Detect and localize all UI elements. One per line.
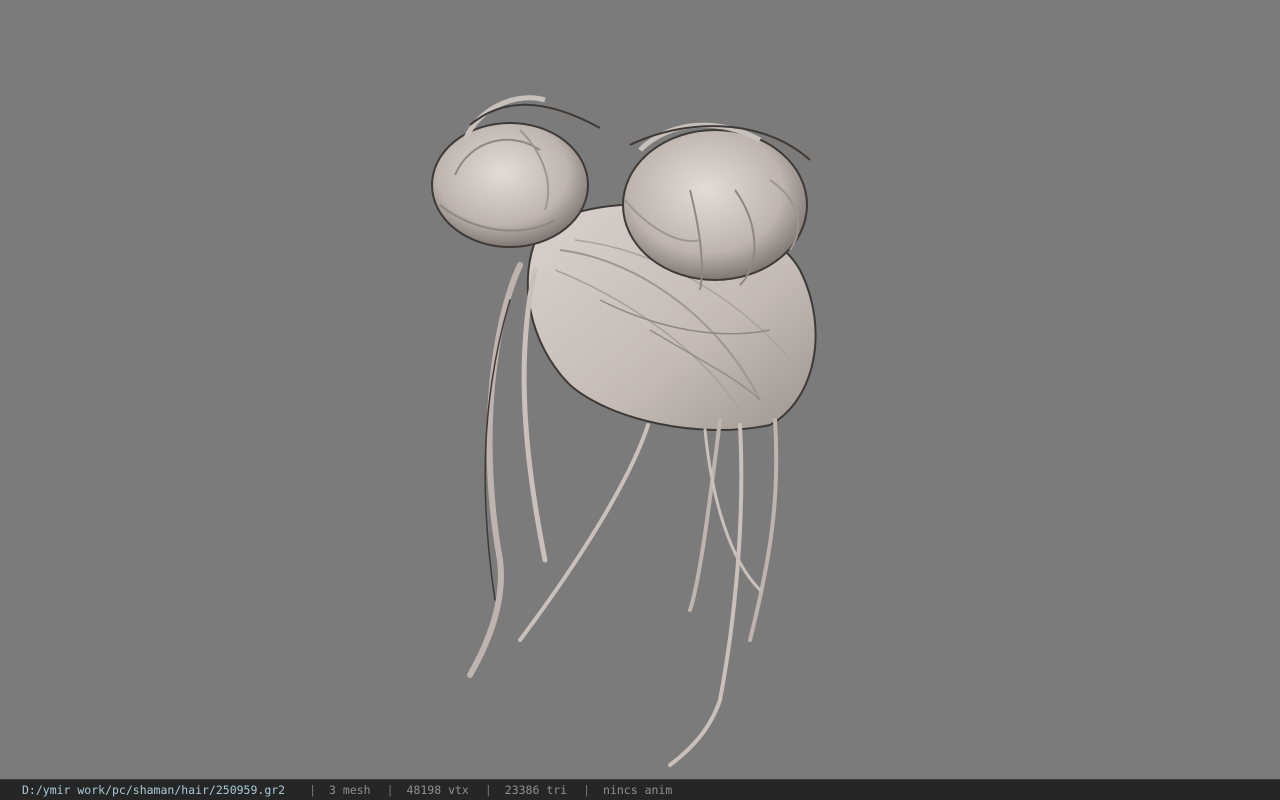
anim-status-label: nincs anim [603,783,673,797]
status-separator: | [484,783,492,797]
3d-viewport[interactable] [0,0,1280,779]
hair-model-render[interactable] [0,0,1280,779]
triangle-count-label: 23386 tri [504,783,568,797]
status-bar: D:/ymir work/pc/shaman/hair/250959.gr2 |… [0,779,1280,800]
file-path-label: D:/ymir work/pc/shaman/hair/250959.gr2 [22,783,286,797]
status-separator: | [583,783,591,797]
status-separator: | [309,783,317,797]
status-separator: | [386,783,394,797]
vertex-count-label: 48198 vtx [406,783,469,797]
mesh-count-label: 3 mesh [329,783,371,797]
